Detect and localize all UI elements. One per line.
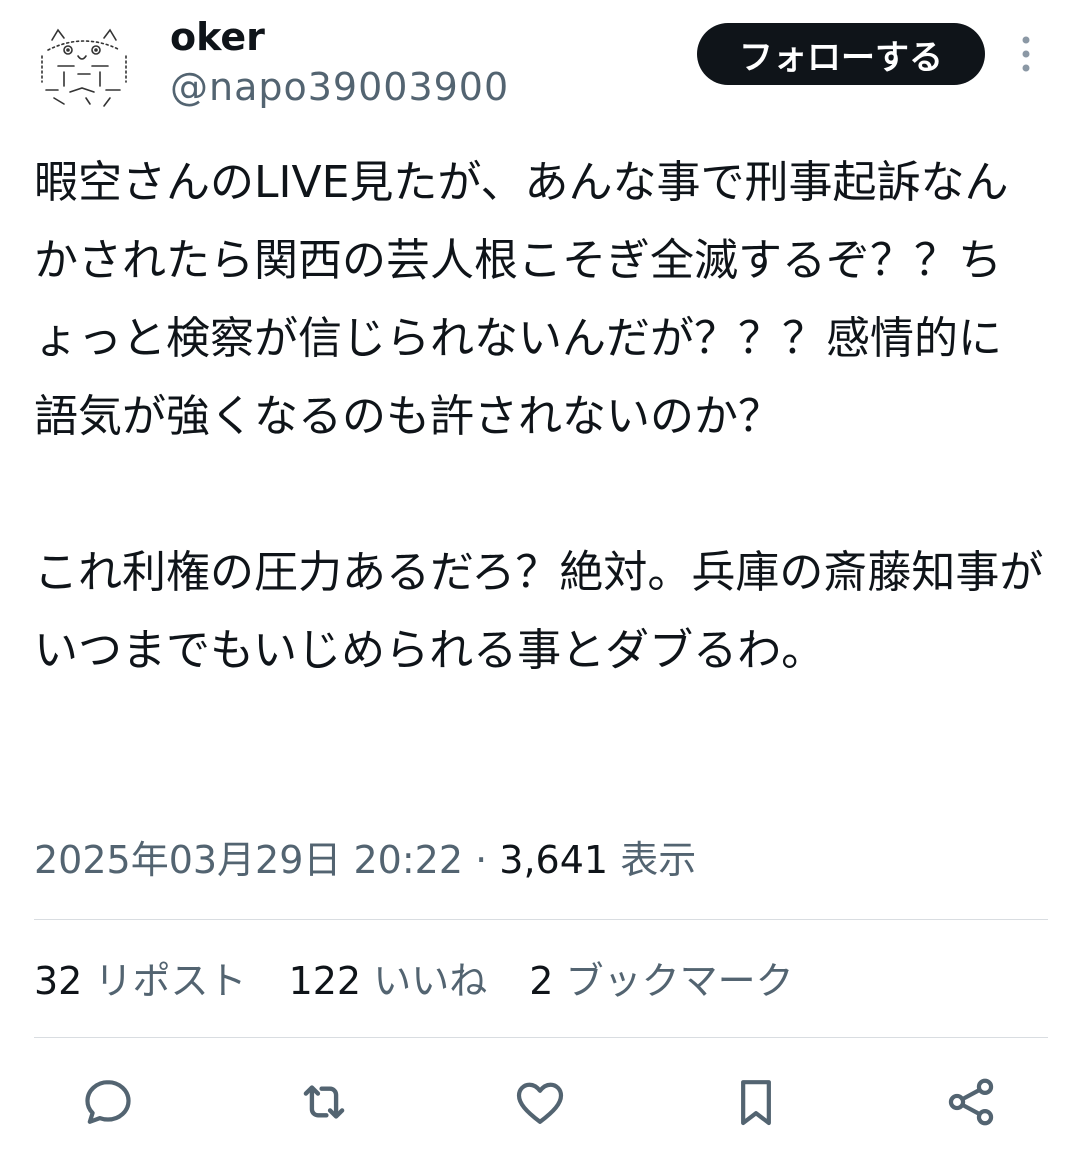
divider-bottom — [34, 1037, 1048, 1038]
reply-icon — [85, 1080, 131, 1124]
user-handle[interactable]: @napo39003900 — [170, 64, 509, 110]
bookmark-icon — [741, 1080, 771, 1126]
reply-button[interactable] — [78, 1072, 138, 1132]
repost-count: 32 — [34, 959, 83, 1003]
bookmark-button[interactable] — [726, 1072, 786, 1132]
divider-top — [34, 919, 1048, 920]
repost-button[interactable] — [294, 1072, 354, 1132]
tweet-text: 暇空さんのLIVE見たが、あんな事で刑事起訴なんかされたら関西の芸人根こそぎ全滅… — [34, 157, 1044, 676]
repost-label: リポスト — [94, 959, 247, 1003]
repost-stat[interactable]: 32 リポスト — [34, 959, 246, 1003]
engagement-stats: 32 リポスト 122 いいね 2 ブックマーク — [34, 954, 824, 1008]
views-count: 3,641 — [499, 838, 609, 882]
more-vertical-icon[interactable] — [1008, 34, 1044, 74]
share-button[interactable] — [941, 1072, 1001, 1132]
tweet-meta: 2025年03月29日 20:22 · 3,641 表示 — [34, 834, 696, 886]
bookmark-count: 2 — [529, 959, 554, 1003]
like-stat[interactable]: 122 いいね — [289, 959, 488, 1003]
bookmark-label: ブックマーク — [565, 959, 794, 1003]
like-label: いいね — [373, 959, 488, 1003]
like-icon — [516, 1082, 564, 1124]
display-name[interactable]: oker — [170, 14, 265, 60]
ascii-cat-avatar-icon — [41, 28, 127, 107]
follow-button[interactable]: フォローする — [697, 23, 985, 85]
share-icon — [948, 1078, 994, 1126]
like-button[interactable] — [510, 1072, 570, 1132]
meta-separator: · — [475, 838, 488, 882]
like-count: 122 — [288, 959, 362, 1003]
views-label: 表示 — [620, 838, 697, 882]
tweet-timestamp[interactable]: 2025年03月29日 20:22 — [34, 838, 463, 882]
repost-icon — [303, 1085, 345, 1119]
avatar[interactable] — [34, 12, 134, 112]
bookmark-stat[interactable]: 2 ブックマーク — [529, 959, 793, 1003]
